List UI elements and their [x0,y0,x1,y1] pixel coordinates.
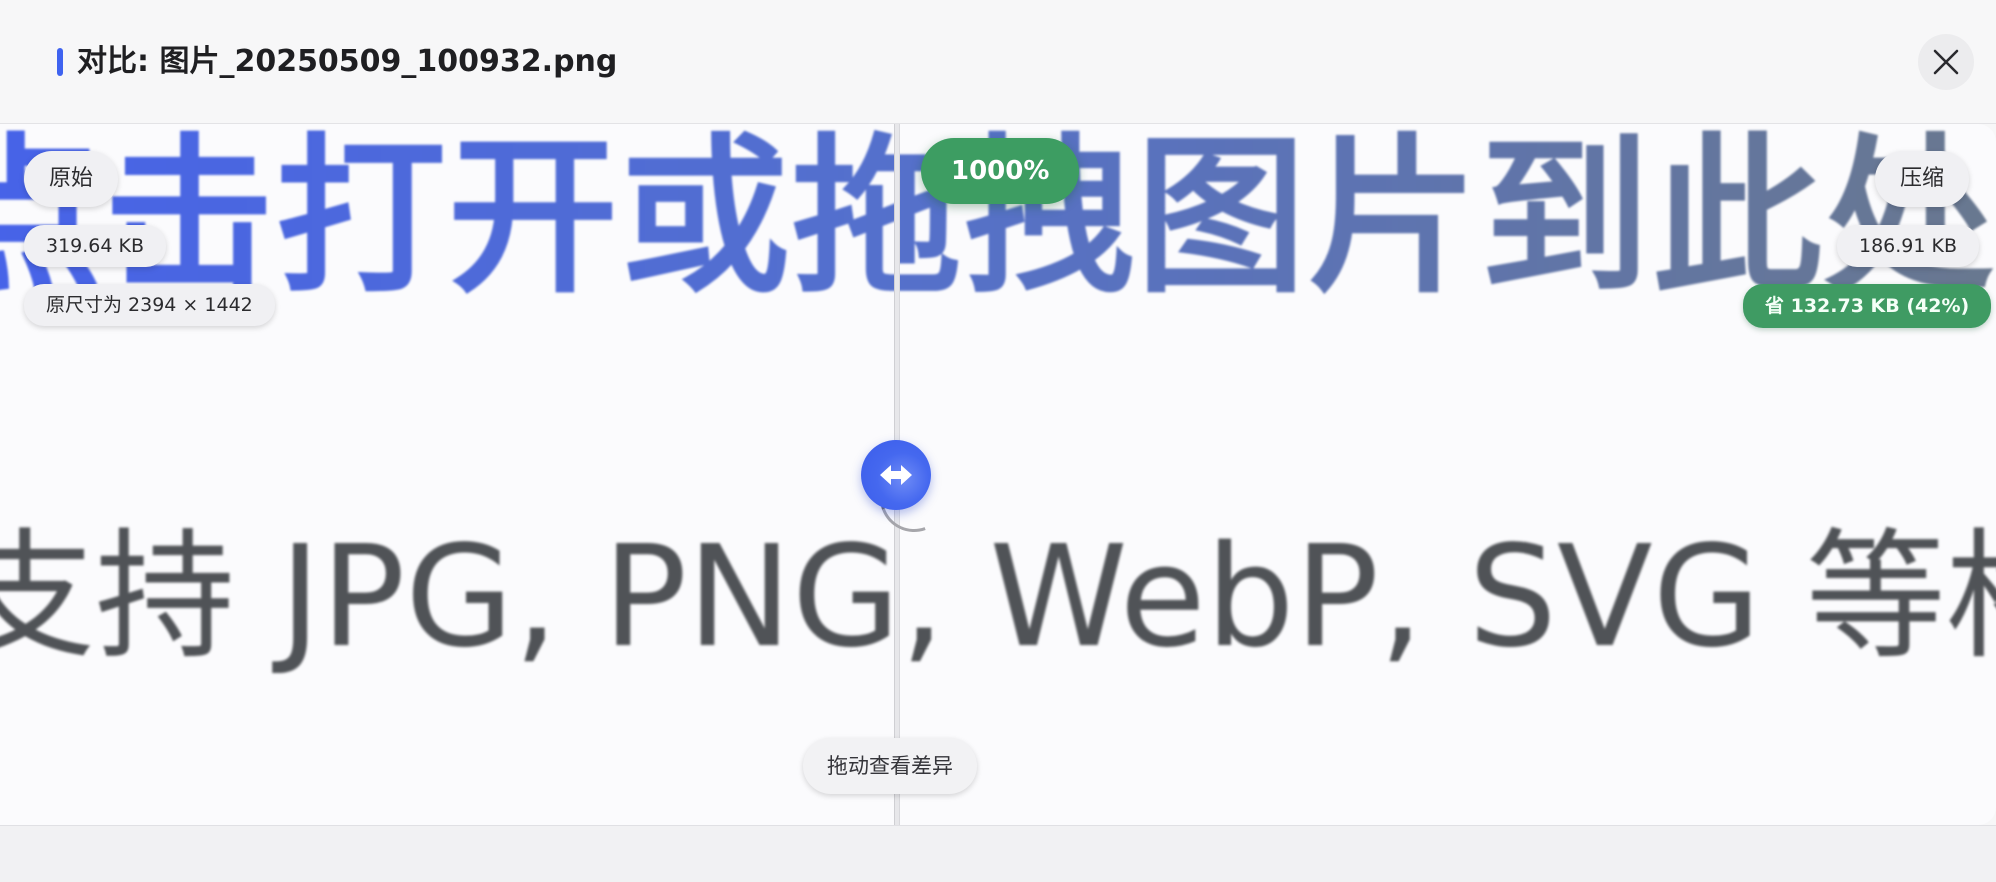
close-button[interactable] [1918,34,1974,90]
title-accent-bar [57,48,63,76]
dialog-footer [0,825,1996,882]
original-label: 原始 [24,151,119,207]
preview-text-formats: 支持 JPG, PNG, WebP, SVG 等格式 [0,516,1996,679]
compare-slider-handle[interactable] [861,440,931,510]
dialog-title: 对比: 图片_20250509_100932.png [77,44,618,79]
drag-hint: 拖动查看差异 [803,738,977,794]
compare-viewport[interactable]: 点击打开或拖拽图片到此处 支持 JPG, PNG, WebP, SVG 等格式 … [0,124,1996,825]
savings-badge: 省 132.73 KB (42%) [1743,284,1992,328]
compressed-size-badge: 186.91 KB [1837,225,1980,267]
original-dimensions-badge: 原尺寸为 2394 × 1442 [24,284,275,326]
original-size-badge: 319.64 KB [24,225,167,267]
drag-arrows-icon [880,465,912,485]
zoom-level-badge[interactable]: 1000% [921,138,1080,204]
close-icon [1933,49,1959,75]
dialog-header: 对比: 图片_20250509_100932.png [0,0,1996,124]
compare-dialog: 对比: 图片_20250509_100932.png 点击打开或拖拽图片到此处 … [0,0,1996,882]
compressed-label: 压缩 [1875,151,1970,207]
